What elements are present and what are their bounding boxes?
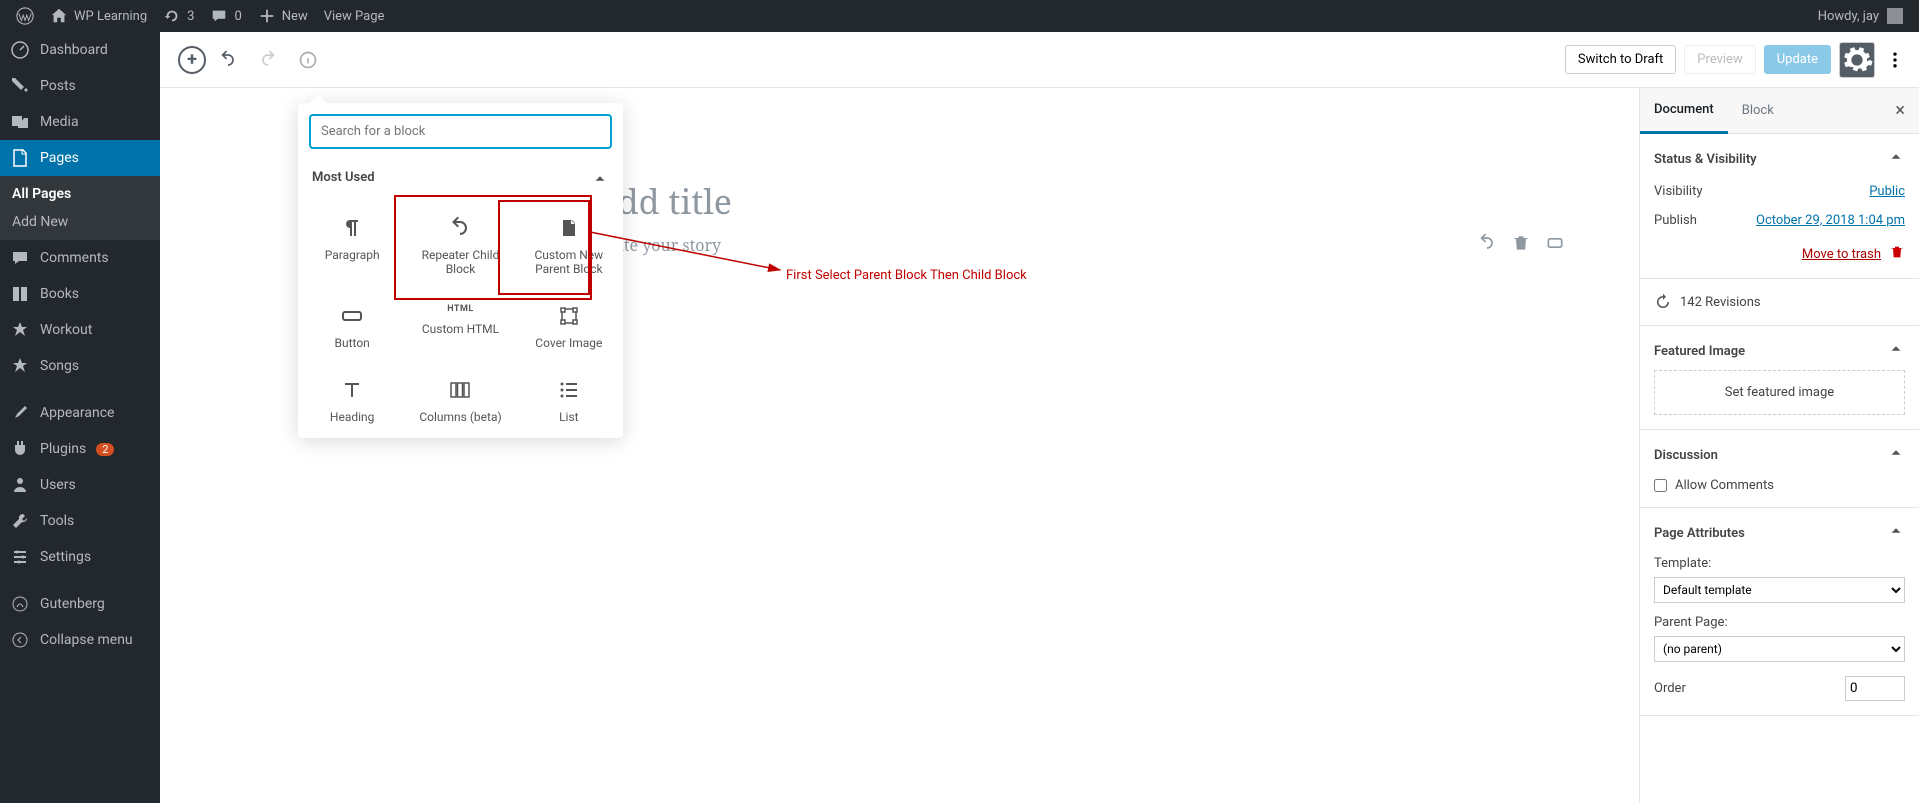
sidebar-item-users[interactable]: Users bbox=[0, 467, 160, 503]
avatar[interactable] bbox=[1887, 8, 1903, 24]
parent-page-label: Parent Page: bbox=[1654, 615, 1905, 630]
block-custom-html[interactable]: HTMLCustom HTML bbox=[406, 290, 514, 364]
sidebar-item-gutenberg[interactable]: Gutenberg bbox=[0, 586, 160, 622]
rect-icon[interactable] bbox=[1545, 233, 1565, 257]
close-settings-button[interactable]: × bbox=[1881, 100, 1919, 121]
update-button[interactable]: Update bbox=[1764, 45, 1831, 74]
tab-block[interactable]: Block bbox=[1728, 89, 1788, 132]
parent-page-select[interactable]: (no parent) bbox=[1654, 636, 1905, 662]
publish-label: Publish bbox=[1654, 213, 1697, 228]
add-block-button[interactable]: + bbox=[178, 46, 206, 74]
trash-icon[interactable] bbox=[1511, 233, 1531, 257]
sidebar-item-comments[interactable]: Comments bbox=[0, 240, 160, 276]
block-paragraph[interactable]: Paragraph bbox=[298, 202, 406, 290]
revisions-link[interactable]: 142 Revisions bbox=[1640, 279, 1919, 326]
repeater-icon[interactable] bbox=[1477, 233, 1497, 257]
editor-toolbar: + Switch to Draft Preview Update bbox=[160, 32, 1919, 88]
order-input[interactable] bbox=[1845, 676, 1905, 701]
sidebar-item-posts[interactable]: Posts bbox=[0, 68, 160, 104]
sidebar-sub-add-new[interactable]: Add New bbox=[0, 208, 160, 236]
sidebar-item-songs[interactable]: Songs bbox=[0, 348, 160, 384]
publish-value[interactable]: October 29, 2018 1:04 pm bbox=[1756, 213, 1905, 228]
annotation-arrow bbox=[590, 222, 790, 282]
site-name[interactable]: WP Learning bbox=[42, 0, 155, 32]
sidebar-sub-all-pages[interactable]: All Pages bbox=[0, 180, 160, 208]
block-heading[interactable]: Heading bbox=[298, 364, 406, 438]
allow-comments-checkbox[interactable] bbox=[1654, 479, 1667, 492]
redo-button[interactable] bbox=[250, 42, 286, 78]
block-search-input[interactable] bbox=[310, 115, 611, 148]
status-visibility-panel[interactable]: Status & Visibility bbox=[1654, 148, 1905, 170]
preview-button[interactable]: Preview bbox=[1684, 45, 1755, 74]
featured-image-panel[interactable]: Featured Image bbox=[1654, 340, 1905, 362]
template-label: Template: bbox=[1654, 556, 1905, 571]
sidebar-item-plugins[interactable]: Plugins2 bbox=[0, 431, 160, 467]
allow-comments-label: Allow Comments bbox=[1675, 478, 1774, 493]
wp-logo[interactable] bbox=[8, 0, 42, 32]
comments-count[interactable]: 0 bbox=[202, 0, 249, 32]
sidebar-item-dashboard[interactable]: Dashboard bbox=[0, 32, 160, 68]
block-columns[interactable]: Columns (beta) bbox=[406, 364, 514, 438]
howdy-user[interactable]: Howdy, jay bbox=[1818, 9, 1879, 24]
settings-toggle-button[interactable] bbox=[1839, 42, 1875, 78]
sidebar-item-appearance[interactable]: Appearance bbox=[0, 395, 160, 431]
trash-icon[interactable] bbox=[1889, 244, 1905, 264]
set-featured-image-button[interactable]: Set featured image bbox=[1654, 370, 1905, 415]
visibility-label: Visibility bbox=[1654, 184, 1703, 199]
order-label: Order bbox=[1654, 681, 1686, 696]
page-attributes-panel[interactable]: Page Attributes bbox=[1654, 522, 1905, 544]
move-to-trash-link[interactable]: Move to trash bbox=[1802, 247, 1881, 262]
info-button[interactable] bbox=[290, 42, 326, 78]
new-content[interactable]: New bbox=[250, 0, 316, 32]
template-select[interactable]: Default template bbox=[1654, 577, 1905, 603]
discussion-panel[interactable]: Discussion bbox=[1654, 444, 1905, 466]
sidebar-item-workout[interactable]: Workout bbox=[0, 312, 160, 348]
admin-bar: WP Learning 3 0 New View Page Howdy, jay bbox=[0, 0, 1919, 32]
updates[interactable]: 3 bbox=[155, 0, 202, 32]
visibility-value[interactable]: Public bbox=[1869, 184, 1905, 199]
sidebar-item-books[interactable]: Books bbox=[0, 276, 160, 312]
post-title-input[interactable]: Add title bbox=[595, 178, 1205, 224]
annotation-box-inner bbox=[498, 200, 590, 295]
switch-to-draft-button[interactable]: Switch to Draft bbox=[1565, 45, 1676, 74]
more-options-button[interactable] bbox=[1883, 42, 1907, 78]
view-page[interactable]: View Page bbox=[316, 0, 393, 32]
sidebar-item-collapse[interactable]: Collapse menu bbox=[0, 622, 160, 658]
block-list[interactable]: List bbox=[515, 364, 623, 438]
block-button[interactable]: Button bbox=[298, 290, 406, 364]
sidebar-item-settings[interactable]: Settings bbox=[0, 539, 160, 575]
tab-document[interactable]: Document bbox=[1640, 88, 1728, 134]
settings-sidebar: Document Block × Status & Visibility Vis… bbox=[1639, 88, 1919, 803]
admin-menu: Dashboard Posts Media Pages All Pages Ad… bbox=[0, 32, 160, 803]
sidebar-item-tools[interactable]: Tools bbox=[0, 503, 160, 539]
undo-button[interactable] bbox=[210, 42, 246, 78]
sidebar-item-media[interactable]: Media bbox=[0, 104, 160, 140]
block-cover-image[interactable]: Cover Image bbox=[515, 290, 623, 364]
sidebar-item-pages[interactable]: Pages bbox=[0, 140, 160, 176]
